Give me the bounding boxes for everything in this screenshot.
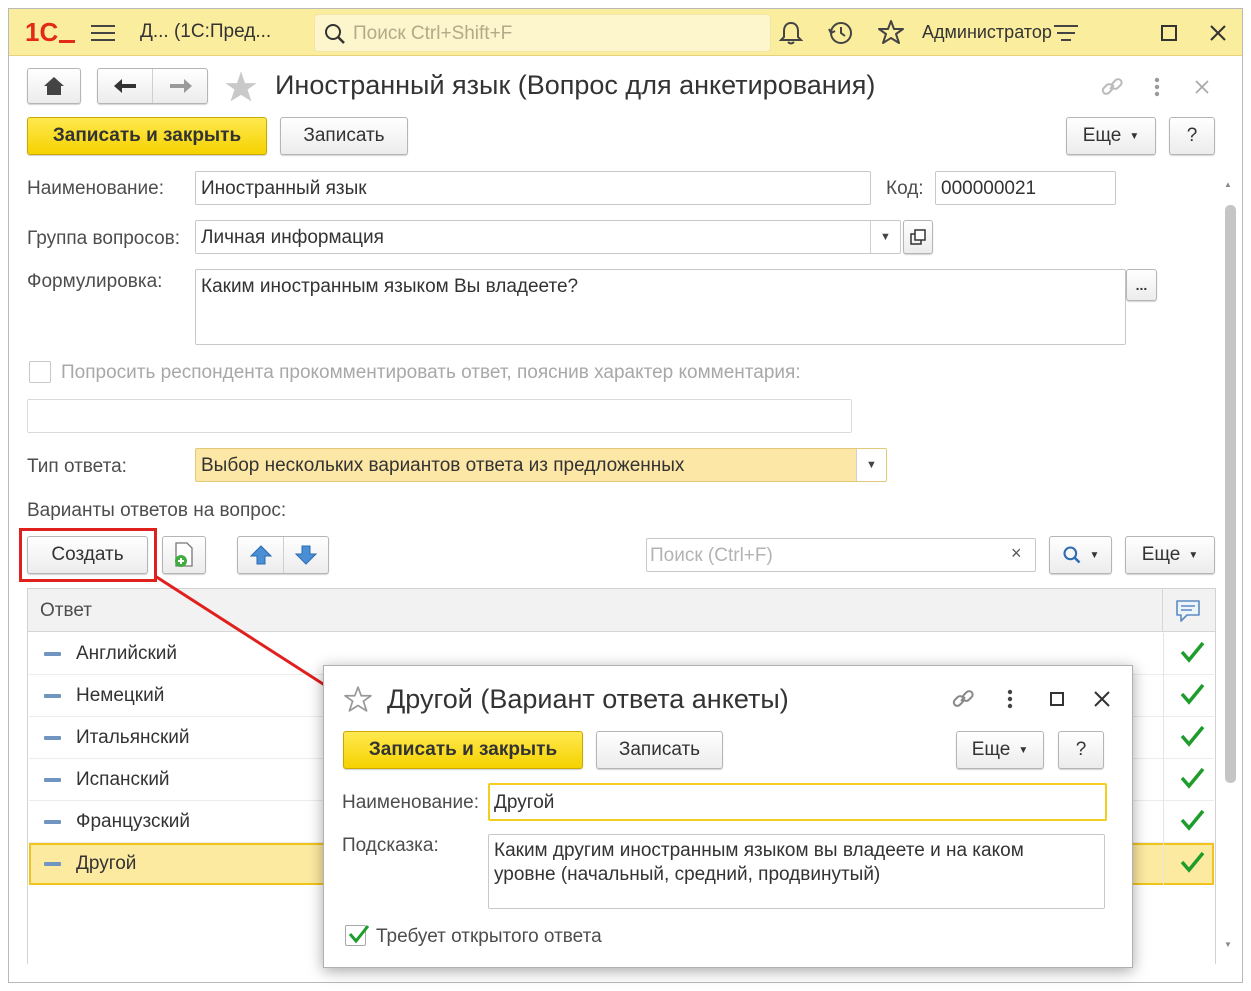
- save-button[interactable]: Записать: [596, 731, 723, 769]
- favorite-star-icon[interactable]: [344, 685, 372, 713]
- open-answer-checkbox[interactable]: [345, 925, 370, 946]
- more-button-label: Еще: [971, 739, 1011, 760]
- answer-option-dialog: Другой (Вариант ответа анкеты) Записать …: [323, 665, 1133, 968]
- hint-field[interactable]: Каким другим иностранным языком вы владе…: [488, 834, 1105, 909]
- name-value: Другой: [494, 792, 555, 813]
- open-answer-label: Требует открытого ответа: [376, 926, 602, 947]
- name-field[interactable]: Другой: [488, 783, 1107, 821]
- save-and-close-button[interactable]: Записать и закрыть: [343, 731, 583, 769]
- check-icon: [348, 925, 370, 944]
- more-button[interactable]: Еще ▼: [956, 731, 1044, 769]
- hint-value-line2: уровне (начальный, средний, продвинутый): [494, 864, 881, 885]
- maximize-icon[interactable]: [1043, 684, 1071, 714]
- help-button[interactable]: ?: [1058, 731, 1104, 769]
- name-label: Наименование:: [342, 792, 479, 813]
- hint-label: Подсказка:: [342, 835, 439, 856]
- hint-value-line1: Каким другим иностранным языком вы владе…: [494, 840, 1024, 861]
- more-icon[interactable]: [997, 684, 1023, 714]
- link-icon[interactable]: [948, 684, 978, 714]
- dialog-title: Другой (Вариант ответа анкеты): [387, 684, 789, 714]
- close-icon[interactable]: [1088, 684, 1116, 714]
- chevron-down-icon: ▼: [1018, 744, 1029, 756]
